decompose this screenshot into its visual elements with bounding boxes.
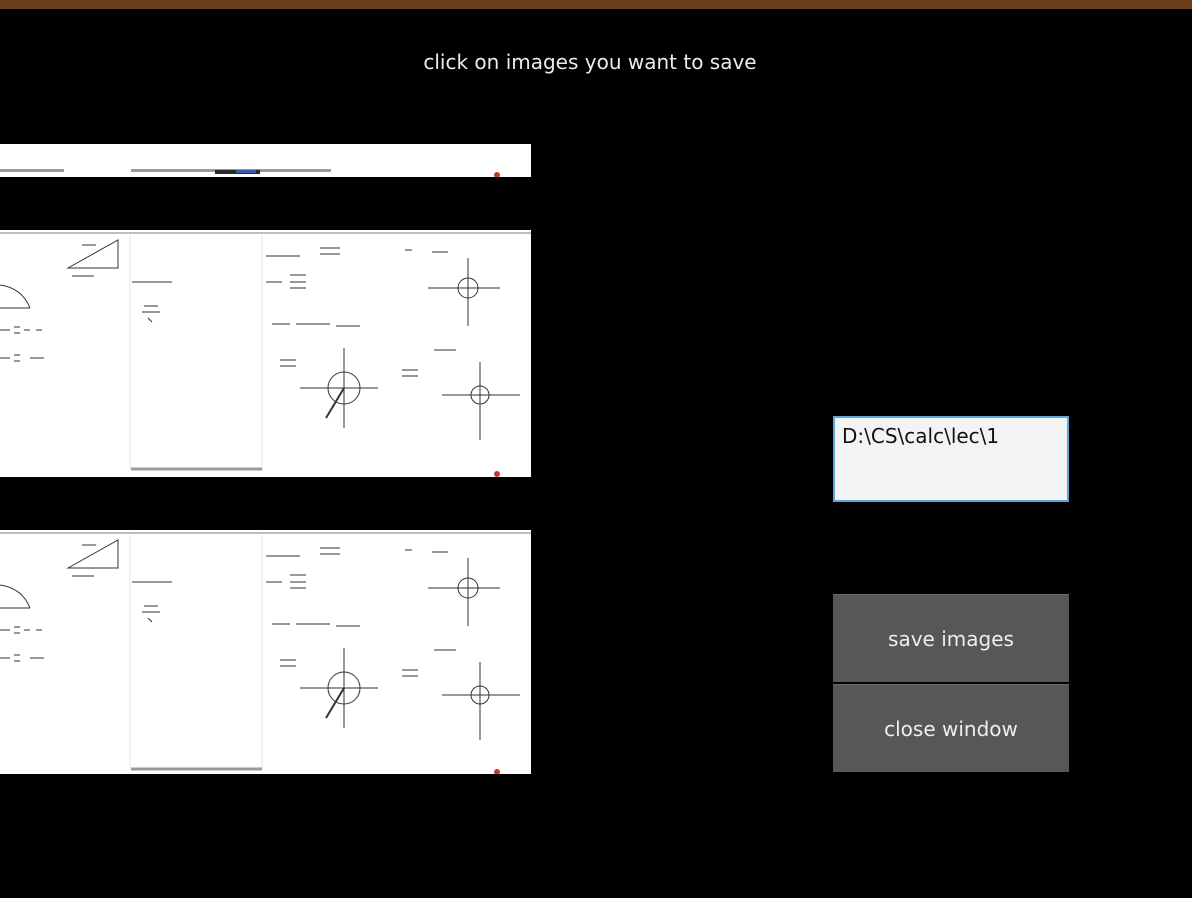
lecture-image-thumbnail-3[interactable]: [0, 530, 531, 774]
window-top-bar: [0, 0, 1192, 9]
lecture-image-thumbnail-2[interactable]: [0, 230, 531, 477]
instruction-text: click on images you want to save: [423, 50, 757, 74]
save-images-button[interactable]: save images: [833, 594, 1069, 682]
lecture-image-thumbnail-1[interactable]: [0, 144, 531, 177]
close-window-button[interactable]: close window: [833, 684, 1069, 772]
save-path-input[interactable]: D:\CS\calc\lec\1: [833, 416, 1069, 502]
